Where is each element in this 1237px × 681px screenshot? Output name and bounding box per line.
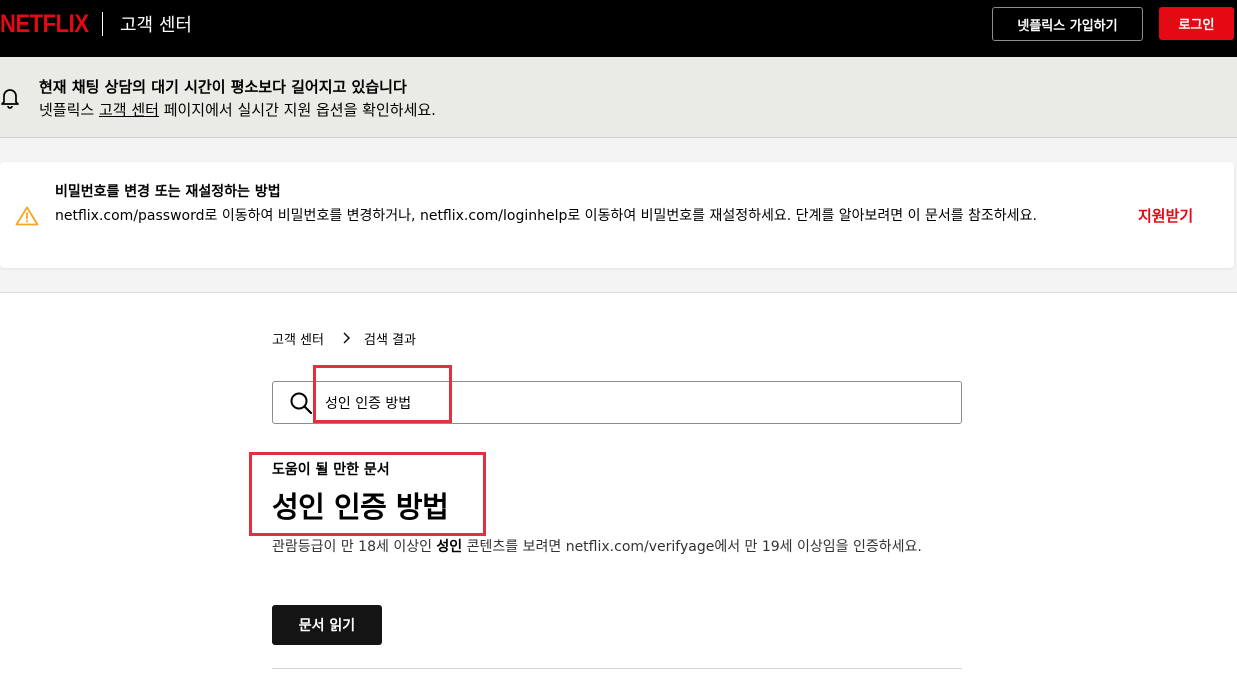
- chevron-right-icon: [343, 332, 350, 344]
- highlight-box-search: [313, 365, 452, 423]
- read-article-button[interactable]: 문서 읽기: [272, 605, 382, 645]
- help-center-link[interactable]: 고객 센터: [99, 101, 159, 119]
- wait-time-notice: [0, 57, 1237, 138]
- desc-prefix: 관람등급이 만 18세 이상인: [272, 539, 437, 555]
- login-button[interactable]: 로그인: [1159, 7, 1234, 40]
- notice-sub-prefix: 넷플릭스: [39, 101, 99, 119]
- header-divider: [102, 12, 103, 36]
- notice-subtext: 넷플릭스 고객 센터 페이지에서 실시간 지원 옵션을 확인하세요.: [39, 99, 436, 120]
- search-icon[interactable]: [289, 391, 313, 415]
- help-center-title[interactable]: 고객 센터: [120, 11, 192, 37]
- breadcrumb-help-center[interactable]: 고객 센터: [272, 329, 324, 348]
- divider: [272, 668, 962, 669]
- alert-title: 비밀번호를 변경 또는 재설정하는 방법: [55, 184, 281, 200]
- netflix-logo[interactable]: NETFLIX: [0, 10, 89, 39]
- desc-suffix: 콘텐츠를 보려면 netflix.com/verifyage에서 만 19세 이…: [462, 539, 922, 555]
- breadcrumb-search-results: 검색 결과: [364, 333, 416, 348]
- article-description: 관람등급이 만 18세 이상인 성인 콘텐츠를 보려면 netflix.com/…: [272, 535, 962, 559]
- get-help-link[interactable]: 지원받기: [1138, 205, 1193, 226]
- warning-icon: [15, 206, 39, 226]
- signup-button[interactable]: 넷플릭스 가입하기: [992, 7, 1143, 41]
- alert-body: netflix.com/password로 이동하여 비밀번호를 변경하거나, …: [55, 208, 1037, 224]
- notice-title: 현재 채팅 상담의 대기 시간이 평소보다 길어지고 있습니다: [39, 78, 407, 96]
- desc-bold: 성인: [436, 539, 463, 555]
- top-header: NETFLIX 고객 센터 넷플릭스 가입하기 로그인: [0, 0, 1237, 57]
- notice-sub-suffix: 페이지에서 실시간 지원 옵션을 확인하세요.: [158, 101, 436, 119]
- bell-icon: [1, 89, 19, 109]
- highlight-box-title: [249, 452, 486, 536]
